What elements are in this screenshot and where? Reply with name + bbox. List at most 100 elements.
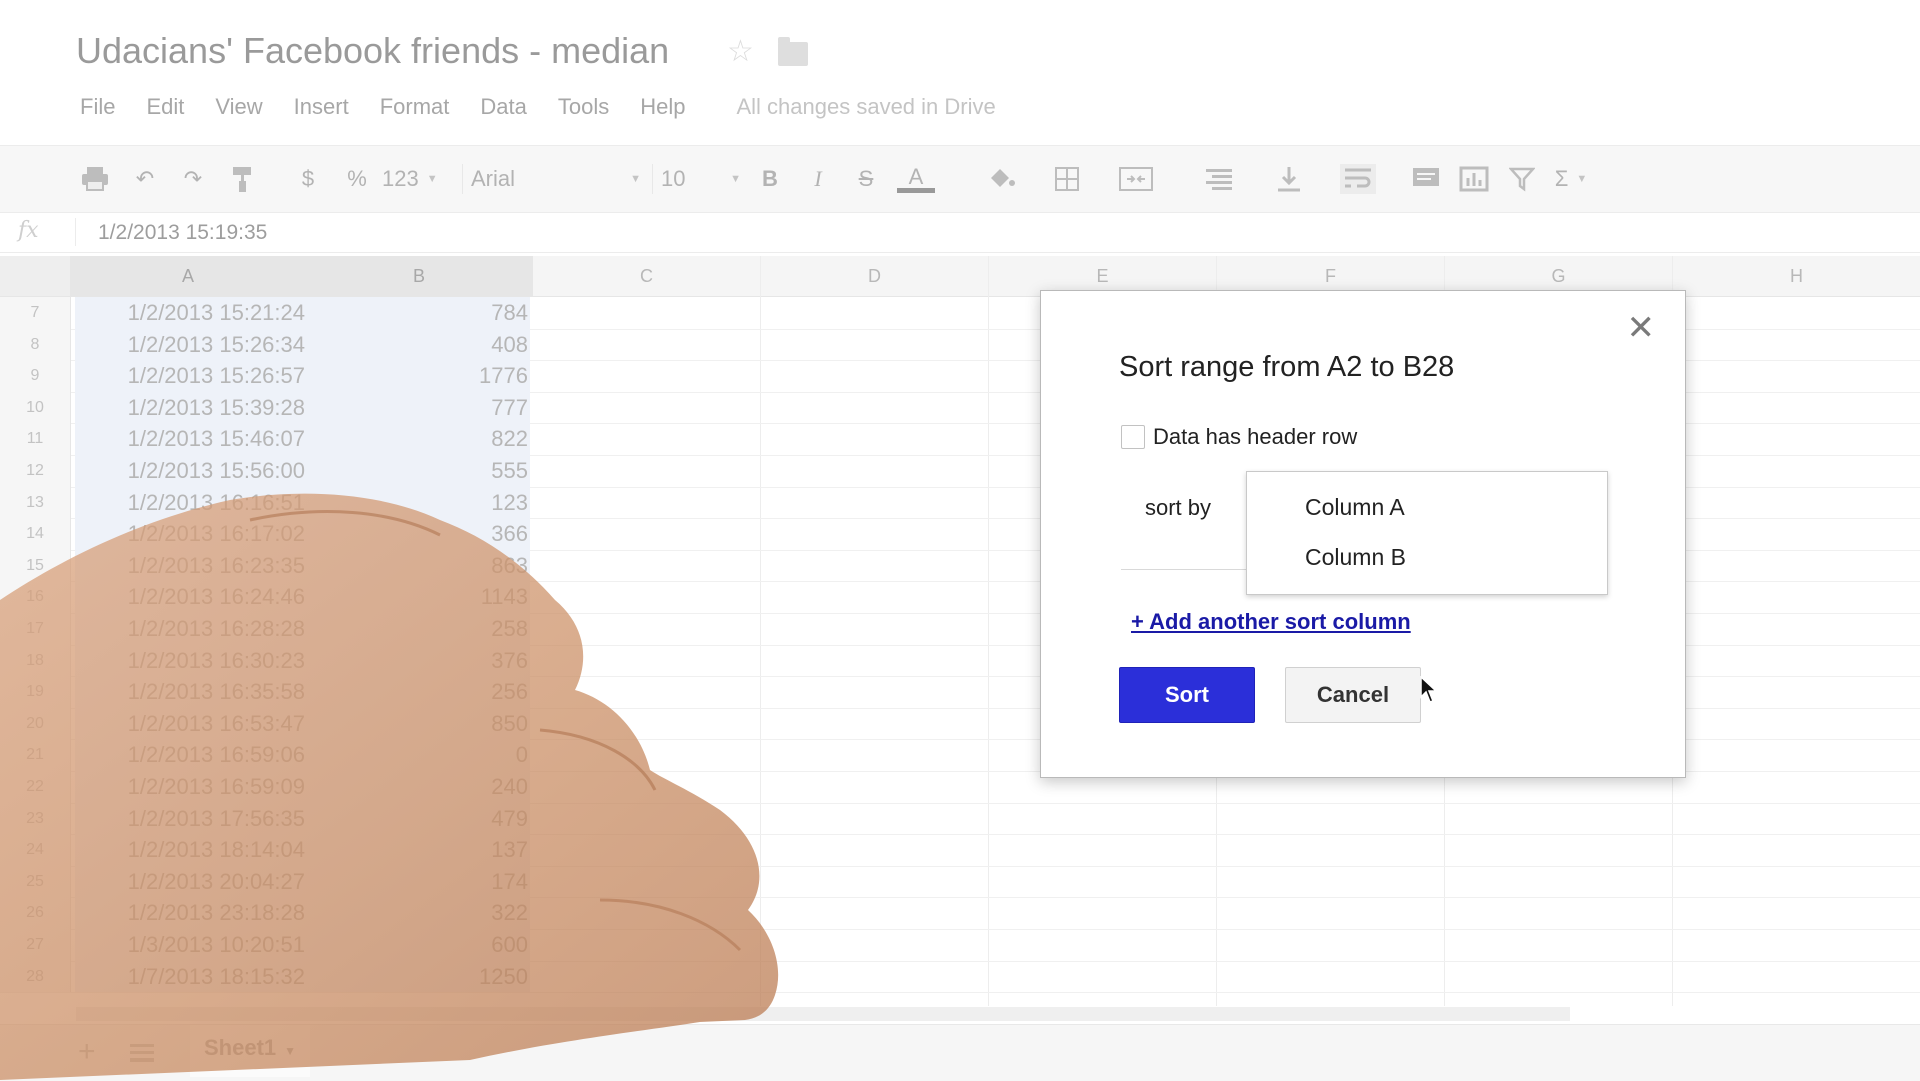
cell-a[interactable]: 1/2/2013 18:14:04 <box>75 834 305 866</box>
menu-file[interactable]: File <box>80 94 115 120</box>
insert-chart-icon[interactable] <box>1458 164 1490 194</box>
add-sort-column-link[interactable]: + Add another sort column <box>1131 609 1411 635</box>
sheet-tab[interactable]: Sheet1 ▼ <box>190 1025 311 1077</box>
cell-b[interactable]: 322 <box>305 897 530 929</box>
font-family-dropdown[interactable]: Arial ▼ <box>462 164 641 194</box>
cell-a[interactable]: 1/3/2013 10:20:51 <box>75 929 305 961</box>
number-format-dropdown[interactable]: 123 ▼ <box>382 164 438 194</box>
borders-icon[interactable] <box>1052 164 1082 194</box>
cell-b[interactable]: 376 <box>305 644 530 677</box>
row-number[interactable]: 24 <box>0 834 71 866</box>
row-number[interactable]: 27 <box>0 929 71 961</box>
header-row-label[interactable]: Data has header row <box>1153 424 1357 450</box>
select-all-corner[interactable] <box>0 256 71 296</box>
italic-button[interactable]: I <box>806 164 830 194</box>
cell-a[interactable]: 1/2/2013 20:04:27 <box>75 865 305 898</box>
sheets-list-icon[interactable] <box>130 1044 154 1062</box>
row-number[interactable]: 16 <box>0 581 71 613</box>
menu-format[interactable]: Format <box>380 94 450 120</box>
cell-b[interactable]: 1776 <box>305 360 530 392</box>
menu-help[interactable]: Help <box>640 94 685 120</box>
cell-b[interactable]: 366 <box>305 518 530 550</box>
cell-a[interactable]: 1/2/2013 15:21:24 <box>75 297 305 329</box>
cell-b[interactable]: 479 <box>305 802 530 835</box>
cell-a[interactable]: 1/2/2013 16:30:23 <box>75 644 305 677</box>
cell-b[interactable]: 850 <box>305 707 530 740</box>
cell-a[interactable]: 1/2/2013 16:59:06 <box>75 739 305 771</box>
sort-button[interactable]: Sort <box>1119 667 1255 723</box>
cell-b[interactable]: 822 <box>305 423 530 455</box>
merge-cells-icon[interactable] <box>1116 164 1156 194</box>
cancel-button[interactable]: Cancel <box>1285 667 1421 723</box>
row-number[interactable]: 25 <box>0 865 71 898</box>
folder-icon[interactable] <box>778 37 808 66</box>
filter-icon[interactable] <box>1508 164 1536 194</box>
cell-b[interactable]: 600 <box>305 929 530 961</box>
menu-insert[interactable]: Insert <box>294 94 349 120</box>
cell-a[interactable]: 1/2/2013 16:59:09 <box>75 771 305 803</box>
menu-data[interactable]: Data <box>480 94 526 120</box>
row-number[interactable]: 10 <box>0 391 71 424</box>
row-number[interactable]: 20 <box>0 707 71 740</box>
functions-sum-icon[interactable]: Σ ▼ <box>1555 164 1588 194</box>
row-number[interactable]: 19 <box>0 676 71 708</box>
text-color-button[interactable]: A <box>896 164 936 194</box>
cell-a[interactable]: 1/2/2013 16:28:28 <box>75 613 305 645</box>
menu-view[interactable]: View <box>215 94 262 120</box>
row-number[interactable]: 15 <box>0 549 71 582</box>
cell-b[interactable]: 137 <box>305 834 530 866</box>
sort-column-dropdown[interactable]: Column A Column B <box>1246 471 1608 595</box>
row-number[interactable]: 28 <box>0 960 71 993</box>
cell-a[interactable]: 1/2/2013 15:46:07 <box>75 423 305 455</box>
currency-format-button[interactable]: $ <box>296 164 320 194</box>
cell-a[interactable]: 1/2/2013 15:26:57 <box>75 360 305 392</box>
cell-b[interactable]: 1143 <box>305 581 530 613</box>
row-number[interactable]: 13 <box>0 486 71 519</box>
percent-format-button[interactable]: % <box>344 164 370 194</box>
column-header-a[interactable]: A <box>71 256 306 296</box>
cell-a[interactable]: 1/2/2013 16:17:02 <box>75 518 305 550</box>
wrap-text-icon[interactable] <box>1340 164 1376 194</box>
cell-a[interactable]: 1/2/2013 15:56:00 <box>75 455 305 487</box>
sort-option-column-b[interactable]: Column B <box>1305 544 1406 571</box>
cell-a[interactable]: 1/2/2013 17:56:35 <box>75 802 305 835</box>
font-size-dropdown[interactable]: 10 ▼ <box>652 164 741 194</box>
bold-button[interactable]: B <box>758 164 782 194</box>
document-title[interactable]: Udacians' Facebook friends - median <box>76 30 669 72</box>
cell-a[interactable]: 1/2/2013 23:18:28 <box>75 897 305 929</box>
cell-a[interactable]: 1/2/2013 16:24:46 <box>75 581 305 613</box>
row-number[interactable]: 18 <box>0 644 71 677</box>
strikethrough-button[interactable]: S <box>854 164 878 194</box>
menu-edit[interactable]: Edit <box>146 94 184 120</box>
cell-b[interactable]: 784 <box>305 297 530 329</box>
row-number[interactable]: 22 <box>0 771 71 803</box>
menu-tools[interactable]: Tools <box>558 94 609 120</box>
redo-icon[interactable]: ↷ <box>178 164 208 194</box>
vertical-align-icon[interactable] <box>1274 164 1304 194</box>
cell-b[interactable]: 0 <box>305 739 530 771</box>
cell-b[interactable]: 240 <box>305 771 530 803</box>
column-header-b[interactable]: B <box>306 256 533 296</box>
cell-b[interactable]: 777 <box>305 391 530 424</box>
add-sheet-icon[interactable]: + <box>78 1035 96 1069</box>
paint-format-icon[interactable] <box>228 164 258 194</box>
row-number[interactable]: 23 <box>0 802 71 835</box>
column-header-d[interactable]: D <box>761 256 989 296</box>
row-number[interactable]: 21 <box>0 739 71 771</box>
cell-b[interactable]: 258 <box>305 613 530 645</box>
close-icon[interactable]: ✕ <box>1627 311 1656 345</box>
star-icon[interactable]: ☆ <box>727 34 754 69</box>
cell-a[interactable]: 1/2/2013 16:53:47 <box>75 707 305 740</box>
cell-a[interactable]: 1/2/2013 15:39:28 <box>75 391 305 424</box>
column-header-h[interactable]: H <box>1673 256 1920 296</box>
print-icon[interactable] <box>80 164 110 194</box>
cell-b[interactable]: 863 <box>305 549 530 582</box>
row-number[interactable]: 8 <box>0 328 71 361</box>
cell-b[interactable]: 1250 <box>305 960 530 993</box>
undo-icon[interactable]: ↶ <box>130 164 160 194</box>
column-header-c[interactable]: C <box>533 256 761 296</box>
cell-b[interactable]: 408 <box>305 328 530 361</box>
row-number[interactable]: 26 <box>0 897 71 929</box>
cell-a[interactable]: 1/2/2013 16:23:35 <box>75 549 305 582</box>
horizontal-scrollbar[interactable] <box>76 1007 1570 1021</box>
